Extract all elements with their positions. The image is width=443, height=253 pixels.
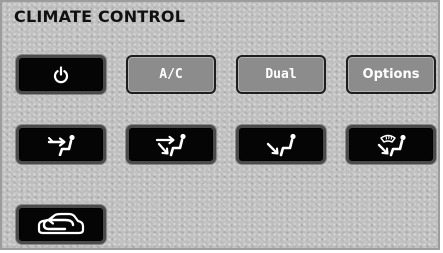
ac-button[interactable]: A/C [126, 55, 216, 94]
airflow-feet-defrost-icon [373, 133, 409, 157]
recirculation-button[interactable] [16, 205, 106, 244]
mode-face-feet-button[interactable] [126, 125, 216, 164]
dual-button[interactable]: Dual [236, 55, 326, 94]
mode-feet-defrost-button[interactable] [346, 125, 436, 164]
mode-face-button[interactable] [16, 125, 106, 164]
dual-button-label: Dual [265, 67, 297, 82]
airflow-face-icon [44, 134, 78, 156]
climate-control-screen: CLIMATE CONTROL A/C Dual Options [0, 0, 440, 250]
airflow-feet-icon [263, 133, 299, 157]
power-button[interactable] [16, 55, 106, 94]
page-title: CLIMATE CONTROL [14, 7, 186, 26]
recirculation-car-icon [35, 211, 87, 239]
power-icon [53, 65, 69, 84]
options-button-label: Options [362, 67, 420, 82]
mode-feet-button[interactable] [236, 125, 326, 164]
ac-button-label: A/C [159, 67, 183, 82]
airflow-face-feet-icon [153, 133, 189, 157]
options-button[interactable]: Options [346, 55, 436, 94]
